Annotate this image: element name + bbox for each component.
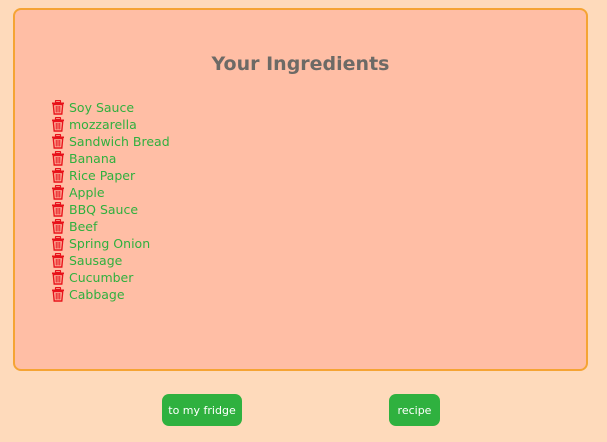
ingredient-label: Cucumber: [69, 270, 134, 285]
ingredient-item: Sausage: [51, 252, 170, 269]
ingredient-label: Spring Onion: [69, 236, 151, 251]
ingredient-label: Beef: [69, 219, 98, 234]
ingredient-label: mozzarella: [69, 117, 137, 132]
ingredient-item: Rice Paper: [51, 167, 170, 184]
ingredient-label: Cabbage: [69, 287, 125, 302]
trash-icon[interactable]: [51, 168, 65, 183]
trash-icon[interactable]: [51, 202, 65, 217]
ingredient-label: Apple: [69, 185, 105, 200]
ingredient-list: Soy Sauce mozzarella Sandwich Bread Banana R…: [51, 99, 170, 303]
ingredient-label: Rice Paper: [69, 168, 136, 183]
ingredient-label: Sausage: [69, 253, 123, 268]
ingredient-item: Soy Sauce: [51, 99, 170, 116]
ingredient-item: Apple: [51, 184, 170, 201]
trash-icon[interactable]: [51, 253, 65, 268]
trash-icon[interactable]: [51, 100, 65, 115]
to-my-fridge-button[interactable]: to my fridge: [162, 394, 242, 426]
ingredient-item: Banana: [51, 150, 170, 167]
trash-icon[interactable]: [51, 151, 65, 166]
ingredient-item: Beef: [51, 218, 170, 235]
ingredient-item: mozzarella: [51, 116, 170, 133]
ingredient-item: Cucumber: [51, 269, 170, 286]
ingredient-label: Banana: [69, 151, 117, 166]
ingredient-item: BBQ Sauce: [51, 201, 170, 218]
ingredients-panel: Your Ingredients Soy Sauce mozzarella Sand…: [13, 8, 588, 371]
trash-icon[interactable]: [51, 236, 65, 251]
trash-icon[interactable]: [51, 185, 65, 200]
recipe-button[interactable]: recipe: [389, 394, 440, 426]
ingredient-label: Soy Sauce: [69, 100, 135, 115]
trash-icon[interactable]: [51, 270, 65, 285]
panel-title: Your Ingredients: [211, 53, 390, 75]
trash-icon[interactable]: [51, 117, 65, 132]
ingredient-label: Sandwich Bread: [69, 134, 170, 149]
ingredient-item: Sandwich Bread: [51, 133, 170, 150]
trash-icon[interactable]: [51, 134, 65, 149]
trash-icon[interactable]: [51, 219, 65, 234]
ingredient-item: Spring Onion: [51, 235, 170, 252]
ingredient-label: BBQ Sauce: [69, 202, 139, 217]
trash-icon[interactable]: [51, 287, 65, 302]
ingredient-item: Cabbage: [51, 286, 170, 303]
